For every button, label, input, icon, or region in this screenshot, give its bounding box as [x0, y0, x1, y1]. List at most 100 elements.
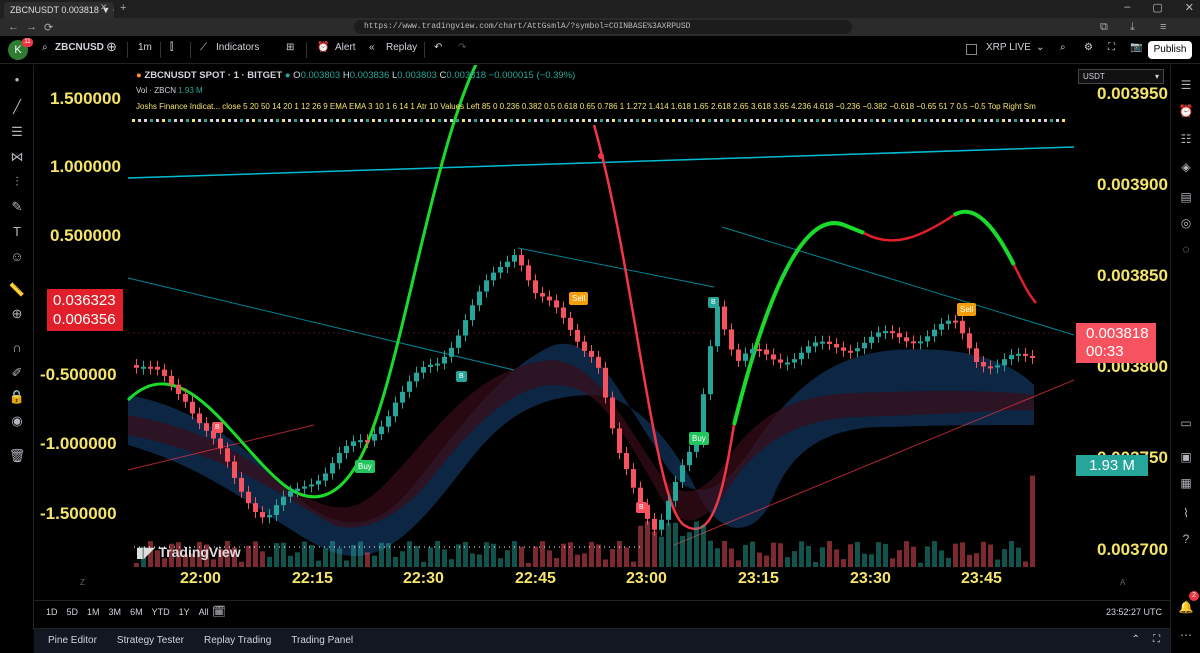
candle[interactable]: [281, 496, 286, 506]
candle[interactable]: [540, 293, 545, 297]
candle[interactable]: [967, 333, 972, 349]
candle[interactable]: [568, 317, 573, 330]
candle[interactable]: [554, 300, 559, 308]
brief-icon[interactable]: ▣: [1178, 449, 1194, 465]
candle[interactable]: [932, 329, 937, 337]
candle[interactable]: [820, 341, 825, 344]
bottom-tab-trading-panel[interactable]: Trading Panel: [291, 635, 353, 646]
candle[interactable]: [673, 481, 678, 501]
candle[interactable]: [435, 363, 440, 366]
layout-icon[interactable]: [966, 44, 977, 55]
candle[interactable]: [715, 306, 720, 347]
candle[interactable]: [659, 519, 664, 530]
url-field[interactable]: https://www.tradingview.com/chart/AttGsm…: [354, 20, 852, 34]
timeframe-5d[interactable]: 5D: [67, 607, 79, 617]
compare-add-icon[interactable]: ⊕: [106, 39, 117, 55]
templates-icon[interactable]: ⊞: [286, 42, 294, 53]
candle[interactable]: [414, 372, 419, 382]
timeframe-3m[interactable]: 3M: [109, 607, 122, 617]
candle[interactable]: [232, 461, 237, 478]
candle[interactable]: [169, 375, 174, 385]
close-window-icon[interactable]: ✕: [1185, 1, 1194, 14]
candle[interactable]: [337, 453, 342, 464]
bottom-tab-strategy-tester[interactable]: Strategy Tester: [117, 635, 184, 646]
candle[interactable]: [1002, 359, 1007, 366]
alarm-icon[interactable]: ⏰: [1178, 103, 1194, 119]
chat-icon[interactable]: ▭: [1178, 415, 1194, 431]
ideas-icon[interactable]: ◎: [1178, 215, 1194, 231]
notifications-icon[interactable]: 🔔: [1178, 599, 1194, 615]
layers-icon[interactable]: ◈: [1178, 159, 1194, 175]
candle[interactable]: [946, 320, 951, 324]
candle[interactable]: [778, 359, 783, 363]
candle[interactable]: [988, 366, 993, 369]
candle[interactable]: [750, 349, 755, 354]
timeframe-1d[interactable]: 1D: [46, 607, 58, 617]
candle[interactable]: [155, 366, 160, 370]
candle[interactable]: [876, 332, 881, 337]
candle[interactable]: [449, 347, 454, 357]
fib-icon[interactable]: ☰: [8, 123, 26, 141]
candle[interactable]: [274, 505, 279, 516]
candle[interactable]: [421, 367, 426, 373]
candle[interactable]: [939, 323, 944, 330]
candle[interactable]: [246, 491, 251, 504]
candle[interactable]: [386, 416, 391, 427]
bottom-tab-replay-trading[interactable]: Replay Trading: [204, 635, 271, 646]
candle[interactable]: [358, 440, 363, 443]
cursor-icon[interactable]: •: [8, 71, 26, 89]
candle[interactable]: [260, 511, 265, 518]
candle[interactable]: [526, 265, 531, 281]
minimize-icon[interactable]: –: [1124, 1, 1130, 14]
zoom-icon[interactable]: ⊕: [8, 305, 26, 323]
candle[interactable]: [918, 341, 923, 344]
currency-select[interactable]: USDT ▾: [1078, 69, 1164, 84]
candle[interactable]: [134, 365, 139, 368]
candle[interactable]: [603, 367, 608, 398]
indicators-button[interactable]: Indicators: [216, 42, 259, 53]
pattern-icon[interactable]: ⋈: [8, 148, 26, 166]
candle[interactable]: [1016, 353, 1021, 356]
candle[interactable]: [911, 341, 916, 344]
candle[interactable]: [981, 362, 986, 367]
new-tab-icon[interactable]: +: [120, 2, 126, 14]
candle[interactable]: [785, 362, 790, 365]
interval-button[interactable]: 1m: [138, 42, 152, 53]
candle[interactable]: [302, 486, 307, 489]
symbol-search[interactable]: ZBCNUSD: [55, 42, 104, 53]
candle[interactable]: [799, 352, 804, 360]
candle[interactable]: [267, 515, 272, 518]
candle[interactable]: [925, 336, 930, 342]
candle[interactable]: [974, 348, 979, 363]
candle[interactable]: [204, 423, 209, 431]
menu-icon[interactable]: ≡: [1160, 21, 1166, 33]
forward-icon[interactable]: →: [26, 21, 37, 33]
chart-pane[interactable]: [34, 65, 1170, 600]
candle[interactable]: [792, 359, 797, 363]
candles-icon[interactable]: ⫿: [170, 42, 173, 53]
quick-search-icon[interactable]: ⌕: [1060, 42, 1066, 53]
candle[interactable]: [666, 500, 671, 520]
candle[interactable]: [652, 518, 657, 530]
candle[interactable]: [484, 280, 489, 292]
candle[interactable]: [869, 336, 874, 343]
legend-title[interactable]: ZBCNUSDT SPOT · 1 · BITGET: [144, 70, 282, 81]
settings-icon[interactable]: ⚙: [1084, 42, 1093, 53]
watchlist-icon[interactable]: ☰: [1178, 77, 1194, 93]
candle[interactable]: [904, 337, 909, 342]
candle[interactable]: [897, 333, 902, 338]
candle[interactable]: [379, 426, 384, 435]
bottom-menu-icon[interactable]: ⋯: [1178, 627, 1194, 643]
candle[interactable]: [253, 503, 258, 512]
candle[interactable]: [351, 441, 356, 446]
candle[interactable]: [428, 364, 433, 368]
candle[interactable]: [890, 331, 895, 334]
candle[interactable]: [589, 350, 594, 357]
candle[interactable]: [547, 296, 552, 301]
reload-icon[interactable]: ⟳: [44, 21, 53, 34]
chart-canvas[interactable]: [34, 65, 1170, 600]
candle[interactable]: [505, 261, 510, 267]
candle[interactable]: [722, 306, 727, 330]
candle[interactable]: [729, 329, 734, 350]
candle[interactable]: [316, 480, 321, 485]
